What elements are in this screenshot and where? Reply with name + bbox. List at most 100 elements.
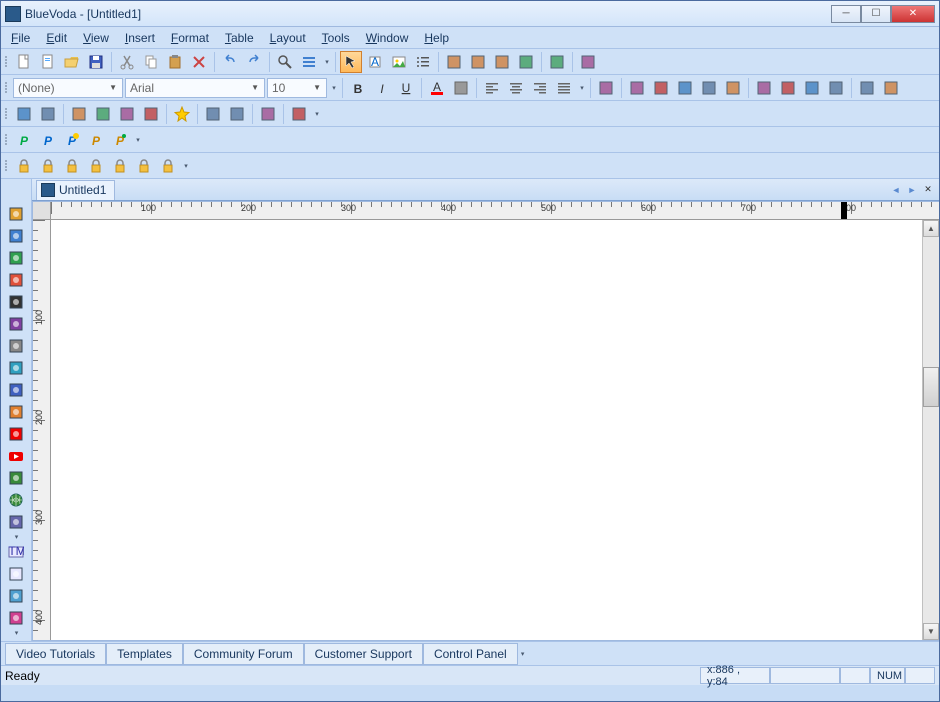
paste-button[interactable] bbox=[164, 51, 186, 73]
chart1-button[interactable] bbox=[753, 77, 775, 99]
fill-color-button[interactable] bbox=[450, 77, 472, 99]
vt-17-button[interactable] bbox=[4, 585, 28, 607]
vt-8-button[interactable] bbox=[4, 357, 28, 379]
img-c-button[interactable] bbox=[674, 77, 696, 99]
toolbar-grip[interactable] bbox=[3, 52, 9, 72]
chart4-button[interactable] bbox=[825, 77, 847, 99]
vt-html-button[interactable]: HTML bbox=[4, 541, 28, 563]
align-right-button[interactable] bbox=[529, 77, 551, 99]
img-d-button[interactable] bbox=[698, 77, 720, 99]
menu-view[interactable]: View bbox=[77, 29, 115, 47]
lock-a-button[interactable] bbox=[13, 155, 35, 177]
img-b-button[interactable] bbox=[650, 77, 672, 99]
vt-4-button[interactable] bbox=[4, 269, 28, 291]
lock-g-button[interactable] bbox=[157, 155, 179, 177]
link-templates[interactable]: Templates bbox=[106, 643, 183, 665]
vt-7-button[interactable] bbox=[4, 335, 28, 357]
box-a-button[interactable] bbox=[257, 103, 279, 125]
lock-c-button[interactable] bbox=[61, 155, 83, 177]
menu-window[interactable]: Window bbox=[360, 29, 415, 47]
table-btn-button[interactable] bbox=[443, 51, 465, 73]
chart3-button[interactable] bbox=[801, 77, 823, 99]
align-justify-button[interactable] bbox=[553, 77, 575, 99]
scroll-up-button[interactable]: ▲ bbox=[923, 220, 939, 237]
menu-tools[interactable]: Tools bbox=[316, 29, 356, 47]
link-control-panel[interactable]: Control Panel bbox=[423, 643, 518, 665]
cursor-button[interactable] bbox=[340, 51, 362, 73]
link-community-forum[interactable]: Community Forum bbox=[183, 643, 304, 665]
vt-11-button[interactable] bbox=[4, 423, 28, 445]
shape-a-button[interactable] bbox=[13, 103, 35, 125]
menu-help[interactable]: Help bbox=[418, 29, 455, 47]
paypal-1-button[interactable]: P bbox=[13, 129, 35, 151]
scroll-track[interactable] bbox=[923, 237, 939, 623]
vt-16-button[interactable] bbox=[4, 563, 28, 585]
preview-button[interactable] bbox=[546, 51, 568, 73]
arrow-r-button[interactable] bbox=[226, 103, 248, 125]
new-file-button[interactable] bbox=[13, 51, 35, 73]
vt-youtube-button[interactable] bbox=[4, 445, 28, 467]
shape-button[interactable] bbox=[491, 51, 513, 73]
headers-button[interactable] bbox=[298, 51, 320, 73]
image-tool-button[interactable] bbox=[388, 51, 410, 73]
paypal-2-button[interactable]: P bbox=[37, 129, 59, 151]
font-size-combo[interactable]: 10 ▼ bbox=[267, 78, 327, 98]
lock-b-button[interactable] bbox=[37, 155, 59, 177]
grid1-button[interactable] bbox=[595, 77, 617, 99]
obj-c-button[interactable] bbox=[116, 103, 138, 125]
chart2-button[interactable] bbox=[777, 77, 799, 99]
lock-d-button[interactable] bbox=[85, 155, 107, 177]
menu-edit[interactable]: Edit bbox=[40, 29, 73, 47]
save-button[interactable] bbox=[85, 51, 107, 73]
document-tab[interactable]: Untitled1 bbox=[36, 180, 115, 200]
img-a-button[interactable] bbox=[626, 77, 648, 99]
arrow-l-button[interactable] bbox=[202, 103, 224, 125]
tool-b-button[interactable] bbox=[880, 77, 902, 99]
copy-button[interactable] bbox=[140, 51, 162, 73]
toolbar-grip[interactable] bbox=[3, 104, 9, 124]
minimize-button[interactable]: ─ bbox=[831, 5, 861, 23]
vt-18-button[interactable] bbox=[4, 607, 28, 629]
menu-insert[interactable]: Insert bbox=[119, 29, 161, 47]
style-combo[interactable]: (None) ▼ bbox=[13, 78, 123, 98]
underline-button[interactable]: U bbox=[395, 77, 417, 99]
font-combo[interactable]: Arial ▼ bbox=[125, 78, 265, 98]
star-button[interactable] bbox=[171, 103, 193, 125]
bold-button[interactable]: B bbox=[347, 77, 369, 99]
menu-table[interactable]: Table bbox=[219, 29, 260, 47]
redo-button[interactable] bbox=[243, 51, 265, 73]
bullets-button[interactable] bbox=[412, 51, 434, 73]
vt-3-button[interactable] bbox=[4, 247, 28, 269]
open-button[interactable] bbox=[61, 51, 83, 73]
vt-13-button[interactable] bbox=[4, 467, 28, 489]
vt-10-button[interactable] bbox=[4, 401, 28, 423]
paypal-4-button[interactable]: P bbox=[85, 129, 107, 151]
undo-button[interactable] bbox=[219, 51, 241, 73]
toolbar-grip[interactable] bbox=[3, 130, 9, 150]
button-button[interactable] bbox=[515, 51, 537, 73]
menu-file[interactable]: File bbox=[5, 29, 36, 47]
toolbar-grip[interactable] bbox=[3, 78, 9, 98]
font-color-button[interactable]: A bbox=[426, 77, 448, 99]
document-canvas[interactable] bbox=[51, 220, 922, 640]
lock-e-button[interactable] bbox=[109, 155, 131, 177]
toolbar-grip[interactable] bbox=[3, 156, 9, 176]
publish-button[interactable] bbox=[577, 51, 599, 73]
close-window-button[interactable]: ✕ bbox=[891, 5, 935, 23]
vt-6-button[interactable] bbox=[4, 313, 28, 335]
horizontal-ruler[interactable]: 100200300400500600700800 bbox=[51, 202, 939, 220]
tool-a-button[interactable] bbox=[856, 77, 878, 99]
vt-2-button[interactable] bbox=[4, 225, 28, 247]
cut-button[interactable] bbox=[116, 51, 138, 73]
text-tool-button[interactable]: A bbox=[364, 51, 386, 73]
obj-b-button[interactable] bbox=[92, 103, 114, 125]
menu-format[interactable]: Format bbox=[165, 29, 215, 47]
maximize-button[interactable]: ☐ bbox=[861, 5, 891, 23]
align-left-button[interactable] bbox=[481, 77, 503, 99]
italic-button[interactable]: I bbox=[371, 77, 393, 99]
align-center-button[interactable] bbox=[505, 77, 527, 99]
form-btn-button[interactable] bbox=[467, 51, 489, 73]
page-button[interactable] bbox=[37, 51, 59, 73]
shape-b-button[interactable] bbox=[37, 103, 59, 125]
delete-button[interactable] bbox=[188, 51, 210, 73]
